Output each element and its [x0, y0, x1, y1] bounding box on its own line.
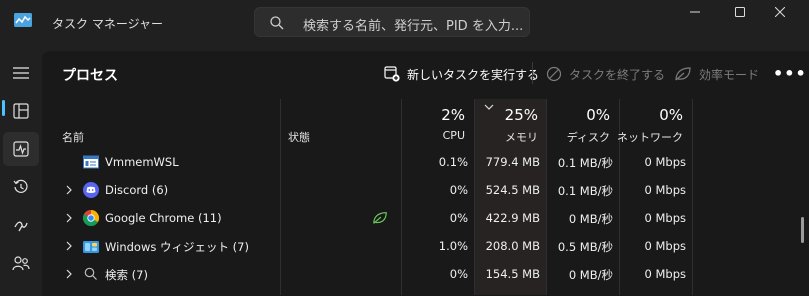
vmmem-icon: [83, 155, 99, 169]
process-name: VmmemWSL: [105, 155, 179, 169]
users-icon: [12, 256, 30, 271]
cpu-column-label: CPU: [442, 129, 465, 142]
process-network: 0 Mbps: [644, 183, 687, 197]
table-row[interactable]: Google Chrome (11) 0% 422.9 MB 0 MB/秒 0 …: [42, 204, 809, 232]
efficiency-mode-label: 効率モード: [699, 67, 760, 82]
process-cpu: 0%: [449, 183, 468, 197]
toolbar-divider: [532, 62, 533, 84]
process-memory: 779.4 MB: [485, 155, 540, 169]
process-cpu: 0.1%: [438, 155, 468, 169]
process-memory: 524.5 MB: [485, 183, 540, 197]
side-navigation: [0, 44, 42, 296]
maximize-icon: [735, 7, 745, 17]
process-network: 0 Mbps: [644, 239, 687, 253]
active-nav-indicator: [2, 100, 5, 116]
table-row[interactable]: Windows ウィジェット (7) 1.0% 208.0 MB 0.5 MB/…: [42, 232, 809, 260]
nav-performance[interactable]: [3, 132, 39, 166]
hamburger-menu-icon: [13, 67, 29, 79]
table-header: 名前 状態 2% CPU 25% メモリ 0% ディスク 0% ネットワーク: [42, 99, 809, 295]
table-row[interactable]: 検索 (7) 0% 154.5 MB 0 MB/秒 0 Mbps: [42, 260, 809, 288]
column-header-disk[interactable]: 0% ディスク: [546, 99, 618, 147]
title-bar: タスク マネージャー 検索する名前、発行元、PID を入力...: [0, 0, 809, 44]
end-task-label: タスクを終了する: [569, 67, 666, 82]
memory-total-percent: 25%: [504, 106, 538, 124]
discord-icon: [83, 182, 99, 198]
nav-startup-apps[interactable]: [3, 208, 39, 242]
column-header-status[interactable]: 状態: [288, 129, 310, 145]
run-new-task-label: 新しいタスクを実行する: [407, 67, 540, 82]
close-button[interactable]: [758, 0, 802, 24]
end-task-button[interactable]: タスクを終了する: [546, 63, 665, 85]
search-input[interactable]: 検索する名前、発行元、PID を入力...: [254, 7, 530, 37]
run-new-task-button[interactable]: 新しいタスクを実行する: [384, 63, 539, 85]
nav-app-history[interactable]: [3, 170, 39, 204]
end-task-icon: [546, 66, 562, 82]
cpu-total-percent: 2%: [441, 106, 465, 124]
performance-icon: [13, 141, 29, 157]
search-icon: [270, 16, 284, 30]
search-placeholder: 検索する名前、発行元、PID を入力...: [303, 19, 524, 34]
processes-icon: [13, 103, 29, 119]
process-memory: 154.5 MB: [485, 267, 540, 281]
disk-column-label: ディスク: [566, 131, 610, 144]
hamburger-menu-button[interactable]: [3, 56, 39, 90]
window-title: タスク マネージャー: [52, 17, 163, 31]
process-network: 0 Mbps: [644, 155, 687, 169]
efficiency-mode-button[interactable]: 効率モード: [674, 63, 759, 85]
process-name: Windows ウィジェット (7): [105, 240, 249, 254]
more-options-button[interactable]: •••: [773, 64, 807, 83]
process-disk: 0.1 MB/秒: [557, 156, 613, 170]
vertical-scrollbar[interactable]: [801, 217, 804, 243]
column-header-network[interactable]: 0% ネットワーク: [617, 99, 691, 147]
process-name: 検索 (7): [105, 268, 148, 282]
column-header-cpu[interactable]: 2% CPU: [401, 99, 473, 147]
table-row[interactable]: Discord (6) 0% 524.5 MB 0.1 MB/秒 0 Mbps: [42, 176, 809, 204]
widgets-icon: [83, 241, 99, 253]
chevron-right-icon[interactable]: [64, 184, 74, 196]
process-memory: 208.0 MB: [485, 239, 540, 253]
new-task-icon: [384, 66, 400, 82]
process-disk: 0 MB/秒: [568, 268, 613, 282]
process-cpu: 0%: [449, 267, 468, 281]
process-memory: 422.9 MB: [485, 211, 540, 225]
chevron-right-icon[interactable]: [64, 268, 74, 280]
close-icon: [775, 7, 785, 17]
page-title: プロセス: [62, 68, 118, 84]
process-cpu: 1.0%: [438, 239, 468, 253]
nav-processes[interactable]: [3, 94, 39, 128]
minimize-icon: [690, 11, 700, 13]
minimize-button[interactable]: [673, 0, 717, 24]
chrome-icon: [83, 210, 99, 226]
network-column-label: ネットワーク: [617, 131, 683, 144]
process-disk: 0 MB/秒: [568, 212, 613, 226]
process-disk: 0.1 MB/秒: [557, 184, 613, 198]
disk-total-percent: 0%: [586, 106, 610, 124]
search-icon: [84, 267, 97, 280]
process-network: 0 Mbps: [644, 267, 687, 281]
chevron-right-icon[interactable]: [64, 212, 74, 224]
main-panel: プロセス 新しいタスクを実行する タスクを終了する 効率モード ••• 名前 状…: [42, 51, 809, 296]
efficiency-leaf-icon: [373, 212, 387, 224]
task-manager-app-icon: [14, 13, 32, 27]
memory-column-label: メモリ: [505, 131, 538, 144]
network-total-percent: 0%: [659, 106, 683, 124]
process-disk: 0.5 MB/秒: [557, 240, 613, 254]
process-cpu: 0%: [449, 211, 468, 225]
column-header-memory[interactable]: 25% メモリ: [474, 99, 546, 147]
app-history-icon: [13, 179, 28, 193]
column-header-name[interactable]: 名前: [62, 129, 84, 145]
process-network: 0 Mbps: [644, 211, 687, 225]
efficiency-leaf-icon: [675, 67, 691, 81]
process-name: Discord (6): [105, 183, 169, 197]
startup-apps-icon: [14, 221, 28, 232]
chevron-right-icon[interactable]: [64, 240, 74, 252]
table-row[interactable]: VmmemWSL 0.1% 779.4 MB 0.1 MB/秒 0 Mbps: [42, 148, 809, 176]
maximize-button[interactable]: [718, 0, 762, 24]
process-name: Google Chrome (11): [105, 211, 222, 225]
nav-users[interactable]: [3, 246, 39, 280]
